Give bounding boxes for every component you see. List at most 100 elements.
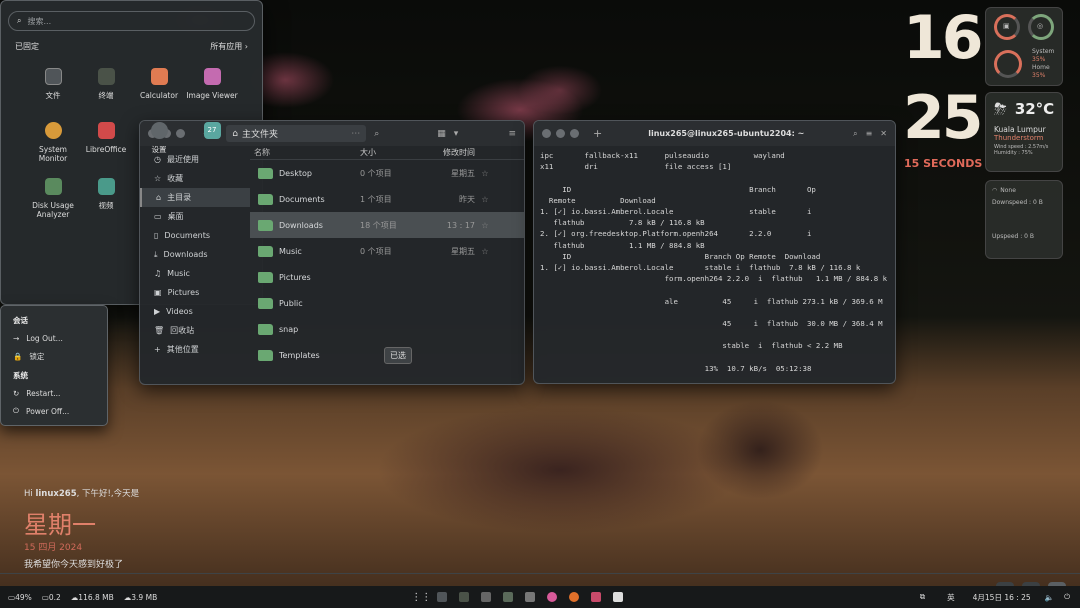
app-calendar[interactable]: 27 <box>184 122 240 145</box>
terminal-window[interactable]: + linux265@linux265-ubuntu2204: ~ ⌕ ≡ ✕ … <box>533 120 896 384</box>
network-up: Upspeed : 0 B <box>992 233 1035 240</box>
file-date: 星期五 <box>451 168 475 178</box>
file-row[interactable]: Documents 1 个项目 昨天 ☆ <box>250 186 524 212</box>
app-terminal[interactable]: 终端 <box>78 68 134 100</box>
app-image-viewer[interactable]: Image Viewer <box>184 68 240 100</box>
sidebar-item-music[interactable]: ♫ Music <box>140 264 250 283</box>
taskbar-notes-icon[interactable] <box>525 592 536 602</box>
taskbar-files-icon[interactable] <box>437 592 448 602</box>
sidebar-item-other[interactable]: + 其他位置 <box>140 340 250 359</box>
file-name: Pictures <box>279 272 311 282</box>
plus-icon: + <box>154 345 161 354</box>
file-row[interactable]: Music 0 个项目 星期五 ☆ <box>250 238 524 264</box>
star-icon[interactable]: ☆ <box>475 247 495 256</box>
greeting-date: 15 四月 2024 <box>24 543 83 553</box>
minimize-button[interactable] <box>556 129 565 138</box>
input-method[interactable]: 英 <box>947 592 955 603</box>
app-label: 终端 <box>98 91 114 100</box>
column-headers: 名称 大小 修改时间 <box>250 146 524 160</box>
star-icon[interactable]: ☆ <box>475 169 495 178</box>
app-disk-usage[interactable]: Disk Usage Analyzer <box>25 178 81 219</box>
sidebar-item-pictures[interactable]: ▣ Pictures <box>140 283 250 302</box>
star-icon[interactable]: ☆ <box>475 195 495 204</box>
system-header: 系统 <box>13 371 28 380</box>
taskbar-terminal-icon[interactable] <box>459 592 470 602</box>
app-settings[interactable]: 设置 <box>131 122 187 154</box>
home-label: Home <box>1032 64 1050 71</box>
file-row[interactable]: Pictures <box>250 264 524 290</box>
logout-icon: → <box>13 334 20 343</box>
logout-item[interactable]: → Log Out... <box>1 330 107 347</box>
sidebar-item-trash[interactable]: 🗑 回收站 <box>140 321 250 340</box>
close-icon[interactable]: ✕ <box>880 129 887 138</box>
taskbar-monitor-icon[interactable] <box>503 592 514 602</box>
column-size[interactable]: 大小 <box>360 147 430 158</box>
search-icon[interactable]: ⌕ <box>374 129 379 139</box>
address-menu-icon[interactable]: ⋯ <box>351 129 360 139</box>
disk-ring <box>994 50 1022 78</box>
app-libreoffice[interactable]: LibreOffice <box>78 122 134 154</box>
folder-icon <box>258 349 273 361</box>
file-row[interactable]: snap <box>250 316 524 342</box>
taskbar-firefox-icon[interactable] <box>569 592 580 602</box>
file-name: Documents <box>279 194 325 204</box>
file-name: Desktop <box>279 168 312 178</box>
pinned-apps-grid: 文件 终端 Calculator Image Viewer System Mon… <box>1 52 262 252</box>
column-modified[interactable]: 修改时间 <box>430 147 475 158</box>
lock-item[interactable]: 🔒 锁定 <box>1 347 107 366</box>
weather-widget: ⛈ 32°C Kuala Lumpur Thunderstorm Wind spe… <box>985 92 1063 172</box>
sidebar-item-videos[interactable]: ▶ Videos <box>140 302 250 321</box>
pinned-label: 已固定 <box>15 42 39 51</box>
calculator-icon <box>150 68 168 85</box>
new-tab-icon[interactable]: + <box>593 127 602 140</box>
file-row[interactable]: Desktop 0 个项目 星期五 ☆ <box>250 160 524 186</box>
maximize-button[interactable] <box>570 129 579 138</box>
terminal-output[interactable]: ipc fallback-x11 pulseaudio wayland x11 d… <box>534 146 895 378</box>
network-status-icon[interactable]: ⧉ <box>920 592 925 602</box>
taskbar-help-icon[interactable] <box>481 592 492 602</box>
app-label: LibreOffice <box>85 145 127 154</box>
app-label: Disk Usage Analyzer <box>32 201 74 219</box>
folder-icon <box>258 271 273 283</box>
taskbar-app-icon[interactable] <box>547 592 558 602</box>
app-calculator[interactable]: Calculator <box>131 68 187 100</box>
view-dropdown-icon[interactable]: ▾ <box>454 129 459 139</box>
app-files[interactable]: 文件 <box>25 68 81 100</box>
terminal-line: flathub 1.1 MB / 884.8 kB <box>540 240 705 250</box>
taskbar-text-icon[interactable] <box>613 592 624 602</box>
app-system-monitor[interactable]: System Monitor <box>25 122 81 163</box>
all-apps-button[interactable]: 所有应用 › <box>210 41 248 52</box>
file-row[interactable]: Templates 已选 <box>250 342 524 368</box>
session-header: 会话 <box>13 316 28 325</box>
taskbar-datetime[interactable]: 4月15日 16 : 25 <box>973 592 1031 603</box>
menu-icon[interactable]: ≡ <box>508 129 516 139</box>
restart-item[interactable]: ↻ Restart... <box>1 385 107 402</box>
file-row[interactable]: Public <box>250 290 524 316</box>
power-status-icon[interactable]: ⏻ <box>1064 592 1070 602</box>
load-value: 0.2 <box>48 592 61 602</box>
trash-icon: 🗑 <box>154 326 165 335</box>
greeting-wish: 我希望你今天感到好极了 <box>24 560 124 570</box>
taskbar-image-icon[interactable] <box>591 592 602 602</box>
search-icon[interactable]: ⌕ <box>853 129 857 139</box>
weather-temp: 32°C <box>1014 100 1055 118</box>
menu-icon[interactable]: ≡ <box>866 129 873 138</box>
app-videos[interactable]: 视频 <box>78 178 134 210</box>
greeting-line: Hi linux265, 下午好!,今天是 <box>24 487 139 499</box>
file-row[interactable]: Downloads 18 个项目 13 : 17 ☆ <box>250 212 524 238</box>
poweroff-item[interactable]: ⏻ Power Off... <box>1 402 107 420</box>
volume-icon[interactable]: 🔈 <box>1045 593 1054 602</box>
star-icon[interactable]: ☆ <box>475 221 495 230</box>
download-speed-icon: ☁ <box>70 592 79 602</box>
view-grid-icon[interactable]: ▦ <box>437 129 446 139</box>
terminal-line: ID Branch Op <box>540 184 816 194</box>
close-button[interactable] <box>542 129 551 138</box>
sidebar-label: Videos <box>166 307 193 316</box>
ram-ring: ◎ <box>1028 14 1054 40</box>
app-label: 设置 <box>151 145 167 154</box>
home-value: 35% <box>1032 72 1046 79</box>
app-grid-icon[interactable]: ⋮⋮ <box>411 592 431 603</box>
column-name[interactable]: 名称 <box>250 147 360 158</box>
search-input[interactable]: ⌕ 搜索... <box>8 11 255 31</box>
file-size: 1 个项目 <box>360 194 392 204</box>
